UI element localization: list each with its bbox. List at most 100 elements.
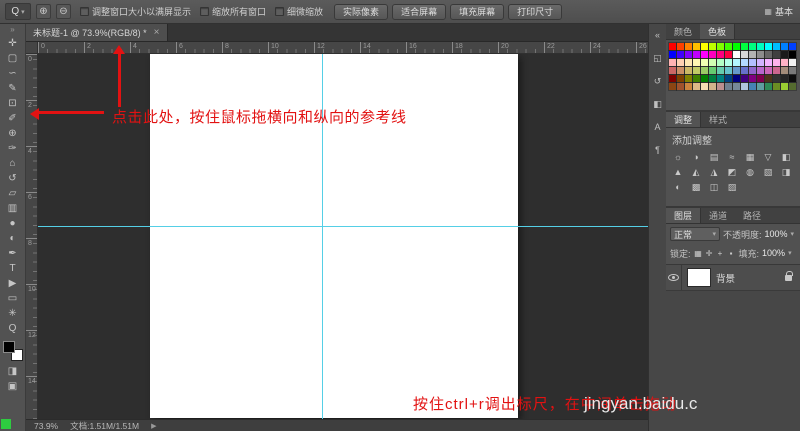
tab-swatches[interactable]: 色板 [700,24,735,39]
option-checkbox[interactable]: 细微缩放 [275,5,323,18]
dock-panel-icon[interactable]: « [651,29,665,41]
blend-mode-select[interactable]: 正常 ▾ [670,227,720,241]
ruler-origin-corner[interactable] [26,42,38,54]
status-menu-arrow-icon[interactable]: ▶ [151,422,156,430]
zoom-in-button[interactable]: ⊕ [36,4,51,19]
tool-button[interactable]: ● [1,216,25,231]
tool-button[interactable]: ▭ [1,291,25,306]
color-swatch[interactable] [757,75,764,82]
adjustment-icon[interactable]: ≈ [724,151,740,164]
tool-button[interactable]: ⊡ [1,96,25,111]
tool-button[interactable]: ▶ [1,276,25,291]
color-swatch[interactable] [717,59,724,66]
color-swatch[interactable] [693,67,700,74]
color-swatch[interactable] [765,83,772,90]
color-swatch[interactable] [669,75,676,82]
tool-button[interactable]: ⊕ [1,126,25,141]
color-swatch[interactable] [701,59,708,66]
color-swatch[interactable] [765,67,772,74]
color-swatch[interactable] [733,83,740,90]
color-swatch[interactable] [741,59,748,66]
color-swatch[interactable] [685,59,692,66]
color-swatch[interactable] [749,67,756,74]
color-swatch[interactable] [725,51,732,58]
adjustment-icon[interactable]: ◨ [778,166,794,179]
dock-panel-icon[interactable]: A [651,121,665,133]
color-swatch[interactable] [741,67,748,74]
color-swatch[interactable] [781,59,788,66]
adjustment-icon[interactable]: ◫ [706,181,722,194]
color-swatch[interactable] [669,83,676,90]
chevron-down-icon[interactable]: ▾ [791,230,795,238]
color-swatch[interactable] [717,75,724,82]
color-swatch[interactable] [773,75,780,82]
color-swatch[interactable] [773,83,780,90]
color-swatch[interactable] [765,75,772,82]
layer-row[interactable]: 背景 [666,265,800,291]
document-tab[interactable]: 未标题-1 @ 73.9%(RGB/8) * × [26,24,168,41]
tool-button[interactable]: ▥ [1,201,25,216]
color-swatch[interactable] [725,43,732,50]
tool-button[interactable]: ✳ [1,306,25,321]
color-swatch[interactable] [709,75,716,82]
color-swatch[interactable] [677,51,684,58]
color-swatch[interactable] [701,51,708,58]
tool-button[interactable]: ▢ [1,51,25,66]
color-swatch[interactable] [677,83,684,90]
color-swatch[interactable] [693,51,700,58]
color-swatch[interactable] [781,51,788,58]
color-swatch[interactable] [725,83,732,90]
tool-mode-button[interactable]: ◨ [1,364,25,379]
color-swatch[interactable] [749,59,756,66]
color-swatch[interactable] [773,43,780,50]
color-swatch[interactable] [701,83,708,90]
visibility-toggle[interactable] [666,265,682,290]
color-swatch[interactable] [677,75,684,82]
fill-value[interactable]: 100% [762,248,785,258]
color-swatch[interactable] [757,83,764,90]
color-swatch[interactable] [757,51,764,58]
adjustment-icon[interactable]: ◐ [670,181,686,194]
tool-mode-button[interactable]: ▣ [1,379,25,394]
color-swatch[interactable] [789,59,796,66]
color-swatch[interactable] [741,43,748,50]
color-swatch[interactable] [717,51,724,58]
adjustment-icon[interactable]: ◍ [742,166,758,179]
color-swatch[interactable] [773,59,780,66]
color-swatch[interactable] [693,75,700,82]
color-swatch[interactable] [781,43,788,50]
color-swatch[interactable] [709,59,716,66]
color-swatch[interactable] [789,43,796,50]
options-button[interactable]: 打印尺寸 [508,4,562,20]
color-swatch[interactable] [669,59,676,66]
color-swatch[interactable] [701,67,708,74]
color-swatch[interactable] [773,51,780,58]
color-swatch[interactable] [717,43,724,50]
zoom-out-button[interactable]: ⊖ [56,4,71,19]
checkbox-box[interactable] [275,7,284,16]
color-swatch[interactable] [701,43,708,50]
color-swatch[interactable] [669,51,676,58]
color-swatch[interactable] [677,43,684,50]
color-swatch[interactable] [749,43,756,50]
tool-button[interactable]: Q [1,321,25,336]
adjustment-icon[interactable]: ◑ [688,151,704,164]
color-swatch[interactable] [749,83,756,90]
lock-option-icon[interactable]: ✛ [705,249,714,258]
color-swatch[interactable] [765,59,772,66]
tab-styles[interactable]: 样式 [701,112,735,127]
tool-button[interactable]: ⌂ [1,156,25,171]
lock-option-icon[interactable]: ▦ [694,249,703,258]
options-button[interactable]: 适合屏幕 [392,4,446,20]
adjustment-icon[interactable]: ☼ [670,151,686,164]
adjustment-icon[interactable]: ▽ [760,151,776,164]
dock-panel-icon[interactable]: ↺ [651,75,665,87]
current-tool-icon[interactable]: Q ▾ [5,3,31,20]
tool-button[interactable]: ✒ [1,246,25,261]
color-swatch[interactable] [757,59,764,66]
color-swatch[interactable] [709,43,716,50]
color-swatch[interactable] [709,83,716,90]
color-swatch[interactable] [669,43,676,50]
adjustment-icon[interactable]: ◩ [724,166,740,179]
tab-channels[interactable]: 通道 [701,208,735,223]
